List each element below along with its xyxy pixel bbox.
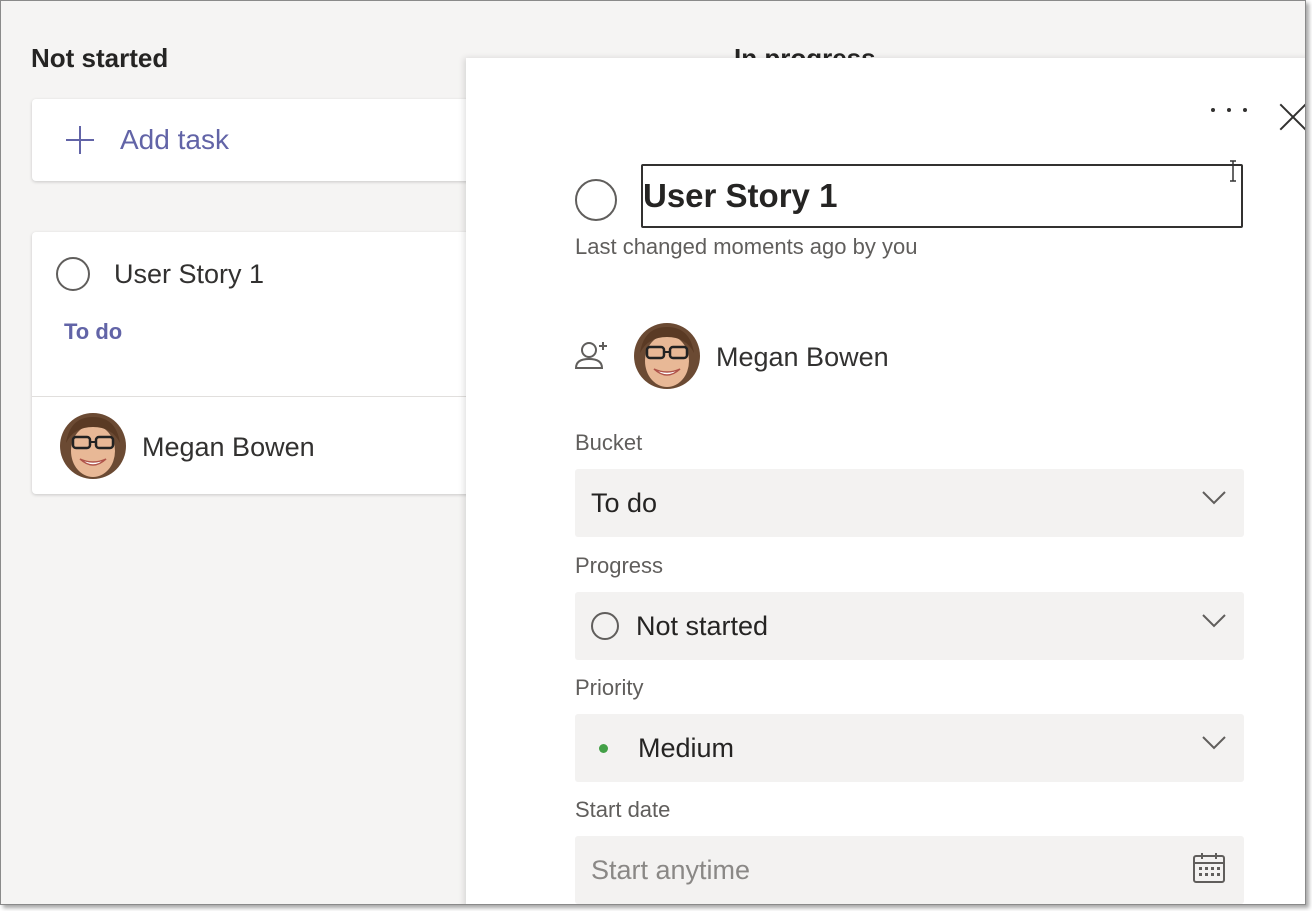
avatar: [634, 323, 700, 389]
last-changed-text: Last changed moments ago by you: [575, 234, 918, 259]
task-card[interactable]: User Story 1 To do Megan Bowen: [32, 232, 502, 494]
priority-dropdown[interactable]: Medium: [575, 714, 1244, 782]
priority-dot-icon: [599, 743, 608, 753]
add-task-button[interactable]: Add task: [32, 99, 502, 181]
task-details-panel: Last changed moments ago by you Megan Bo…: [466, 58, 1305, 904]
task-card-bucket: To do: [64, 319, 123, 344]
complete-task-circle-icon[interactable]: [575, 179, 617, 221]
card-divider: [32, 396, 502, 397]
bucket-value: To do: [591, 487, 658, 518]
chevron-down-icon: [1202, 736, 1226, 750]
chevron-down-icon: [1202, 491, 1226, 505]
more-options-icon[interactable]: [1211, 102, 1247, 118]
complete-task-circle-icon[interactable]: [56, 257, 90, 291]
progress-dropdown[interactable]: Not started: [575, 592, 1244, 660]
task-card-assignee: Megan Bowen: [142, 432, 315, 462]
task-title-input[interactable]: [641, 164, 1243, 228]
plus-icon: [66, 126, 94, 154]
assignee-name: Megan Bowen: [716, 342, 889, 372]
add-task-label: Add task: [120, 124, 229, 155]
priority-label: Priority: [575, 675, 644, 700]
bucket-dropdown[interactable]: To do: [575, 469, 1244, 537]
priority-value: Medium: [638, 732, 735, 763]
avatar: [60, 413, 126, 479]
task-card-title: User Story 1: [114, 259, 265, 289]
text-cursor-icon: [1230, 160, 1236, 182]
assign-person-icon[interactable]: [574, 340, 610, 372]
progress-label: Progress: [575, 553, 664, 578]
chevron-down-icon: [1202, 614, 1226, 628]
planner-window: Not started In progress Add task User St…: [0, 0, 1306, 905]
start-date-label: Start date: [575, 797, 671, 822]
start-date-input[interactable]: Start anytime: [575, 836, 1244, 904]
close-icon[interactable]: [1278, 102, 1305, 132]
not-started-circle-icon: [591, 612, 619, 640]
progress-value: Not started: [636, 610, 769, 641]
start-date-placeholder: Start anytime: [591, 854, 751, 885]
column-title-not-started: Not started: [31, 43, 169, 73]
calendar-icon[interactable]: [1192, 852, 1226, 884]
bucket-label: Bucket: [575, 430, 643, 455]
